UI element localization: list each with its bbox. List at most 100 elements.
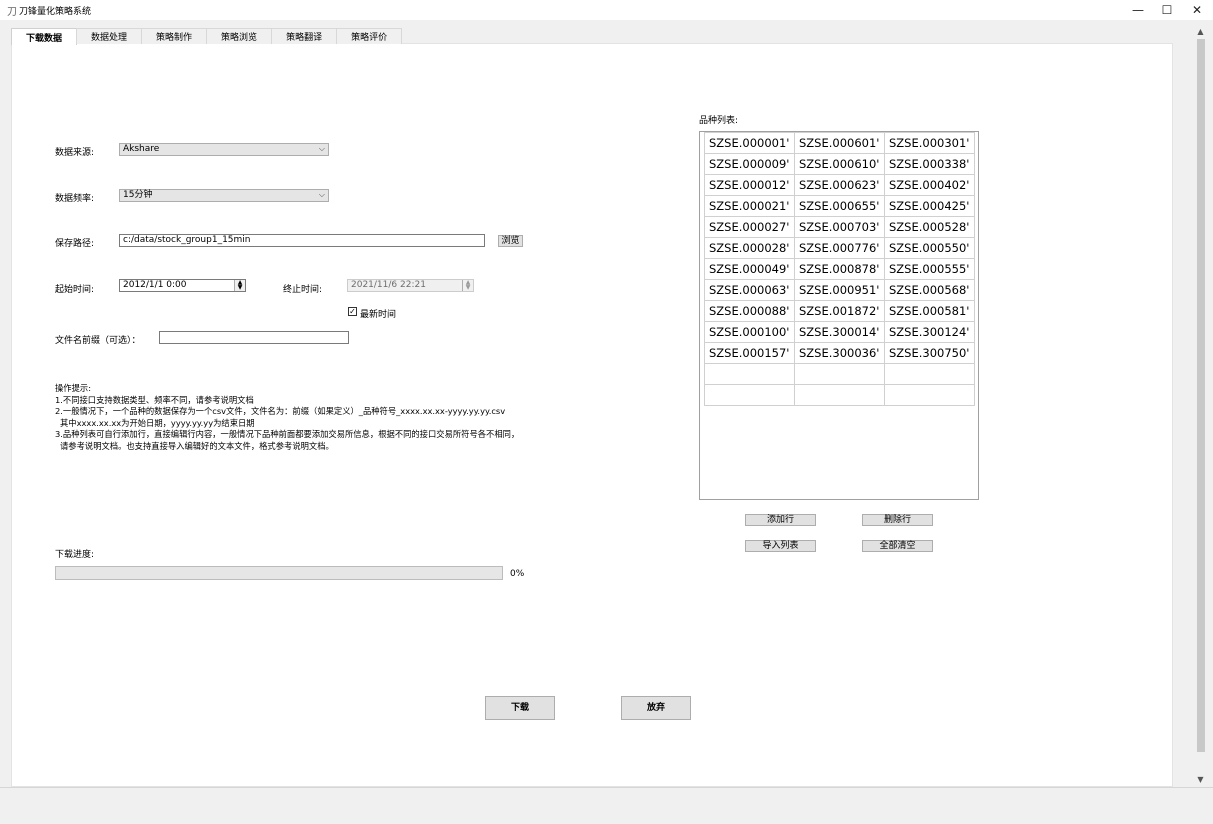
- table-row: SZSE.000027' SZSE.000703' SZSE.000528': [704, 216, 975, 238]
- table-cell[interactable]: SZSE.000088': [704, 300, 795, 322]
- table-cell[interactable]: SZSE.000568': [884, 279, 975, 301]
- table-cell[interactable]: SZSE.000012': [704, 174, 795, 196]
- source-value: Akshare: [123, 144, 160, 154]
- clear-all-button[interactable]: 全部清空: [862, 540, 933, 552]
- freq-select[interactable]: 15分钟 ⌵: [119, 189, 329, 202]
- end-time-value: 2021/11/6 22:21: [351, 280, 426, 290]
- hint-line: 1.不同接口支持数据类型、频率不同，请参考说明文档: [55, 394, 254, 405]
- maximize-button[interactable]: ☐: [1152, 0, 1182, 20]
- table-row: SZSE.000021' SZSE.000655' SZSE.000425': [704, 195, 975, 217]
- table-cell[interactable]: [794, 363, 885, 385]
- cancel-button[interactable]: 放弃: [621, 696, 691, 720]
- table-cell[interactable]: SZSE.000601': [794, 132, 885, 154]
- prefix-input[interactable]: [159, 331, 349, 344]
- table-cell[interactable]: SZSE.000703': [794, 216, 885, 238]
- table-cell[interactable]: [884, 363, 975, 385]
- table-cell[interactable]: SZSE.001872': [794, 300, 885, 322]
- start-label: 起始时间:: [55, 285, 95, 295]
- table-cell[interactable]: SZSE.300036': [794, 342, 885, 364]
- table-cell[interactable]: SZSE.000028': [704, 237, 795, 259]
- path-input[interactable]: c:/data/stock_group1_15min: [119, 234, 485, 247]
- table-row: SZSE.000049' SZSE.000878' SZSE.000555': [704, 258, 975, 280]
- scroll-down-icon[interactable]: ▼: [1195, 774, 1206, 785]
- path-label: 保存路径:: [55, 239, 95, 249]
- title-bar: 刀 刀锋量化策略系统 — ☐ ✕: [0, 0, 1213, 20]
- table-cell[interactable]: SZSE.000001': [704, 132, 795, 154]
- table-cell[interactable]: SZSE.000550': [884, 237, 975, 259]
- table-cell[interactable]: SZSE.000581': [884, 300, 975, 322]
- list-label: 品种列表:: [699, 116, 739, 126]
- scroll-up-icon[interactable]: ▲: [1195, 26, 1206, 37]
- instrument-list-table[interactable]: SZSE.000001' SZSE.000601' SZSE.000301' SZSE…: [699, 131, 979, 500]
- table-cell[interactable]: SZSE.000951': [794, 279, 885, 301]
- tab-strategy-browse[interactable]: 策略浏览: [206, 28, 273, 44]
- close-icon: ✕: [1191, 3, 1203, 17]
- app-icon: 刀: [7, 7, 17, 18]
- tab-strategy-creation[interactable]: 策略制作: [141, 28, 208, 44]
- table-cell[interactable]: SZSE.000301': [884, 132, 975, 154]
- download-button[interactable]: 下载: [485, 696, 555, 720]
- table-cell[interactable]: SZSE.000655': [794, 195, 885, 217]
- table-cell[interactable]: SZSE.000100': [704, 321, 795, 343]
- tab-strategy-translate[interactable]: 策略翻译: [271, 28, 338, 44]
- window-title: 刀锋量化策略系统: [19, 7, 92, 17]
- table-cell[interactable]: [704, 363, 795, 385]
- table-cell[interactable]: SZSE.000623': [794, 174, 885, 196]
- hint-line: 其中xxxx.xx.xx为开始日期，yyyy.yy.yy为结束日期: [60, 417, 255, 428]
- table-row: SZSE.000100' SZSE.300014' SZSE.300124': [704, 321, 975, 343]
- add-row-button[interactable]: 添加行: [745, 514, 816, 526]
- table-cell[interactable]: SZSE.000425': [884, 195, 975, 217]
- table-row: SZSE.000088' SZSE.001872' SZSE.000581': [704, 300, 975, 322]
- table-cell[interactable]: SZSE.000021': [704, 195, 795, 217]
- table-cell[interactable]: [704, 384, 795, 406]
- import-list-button[interactable]: 导入列表: [745, 540, 816, 552]
- table-cell[interactable]: SZSE.000338': [884, 153, 975, 175]
- table-cell[interactable]: SZSE.000528': [884, 216, 975, 238]
- browse-button[interactable]: 浏览: [498, 235, 523, 247]
- tab-data-processing[interactable]: 数据处理: [76, 28, 143, 44]
- table-cell[interactable]: SZSE.000049': [704, 258, 795, 280]
- delete-row-button[interactable]: 删除行: [862, 514, 933, 526]
- table-cell[interactable]: SZSE.000157': [704, 342, 795, 364]
- scroll-thumb[interactable]: [1197, 39, 1205, 752]
- table-row: SZSE.000012' SZSE.000623' SZSE.000402': [704, 174, 975, 196]
- download-progress-bar: [55, 566, 503, 580]
- minimize-button[interactable]: —: [1123, 0, 1153, 20]
- table-cell[interactable]: SZSE.000009': [704, 153, 795, 175]
- table-cell[interactable]: [884, 384, 975, 406]
- table-cell[interactable]: SZSE.000555': [884, 258, 975, 280]
- table-row: SZSE.000157' SZSE.300036' SZSE.300750': [704, 342, 975, 364]
- freq-label: 数据频率:: [55, 194, 95, 204]
- table-cell[interactable]: SZSE.000776': [794, 237, 885, 259]
- start-time-picker[interactable]: 2012/1/1 0:00 ▲ ▼: [119, 279, 246, 292]
- table-cell[interactable]: SZSE.300124': [884, 321, 975, 343]
- table-row: [704, 384, 975, 406]
- status-bar: [0, 787, 1213, 824]
- table-cell[interactable]: SZSE.000027': [704, 216, 795, 238]
- close-button[interactable]: ✕: [1182, 0, 1212, 20]
- table-cell[interactable]: [794, 384, 885, 406]
- chevron-down-icon: ⌵: [318, 144, 325, 153]
- table-cell[interactable]: SZSE.300014': [794, 321, 885, 343]
- source-select[interactable]: Akshare ⌵: [119, 143, 329, 156]
- table-cell[interactable]: SZSE.000878': [794, 258, 885, 280]
- table-cell[interactable]: SZSE.000063': [704, 279, 795, 301]
- tab-bar: 下载数据 数据处理 策略制作 策略浏览 策略翻译 策略评价: [11, 28, 403, 45]
- tab-strategy-evaluate[interactable]: 策略评价: [336, 28, 403, 44]
- table-row: [704, 363, 975, 385]
- spin-arrows-icon[interactable]: ▲ ▼: [234, 280, 245, 291]
- progress-label: 下载进度:: [55, 550, 95, 560]
- latest-time-checkbox[interactable]: ✓: [348, 307, 357, 316]
- hint-line: 请参考说明文档。也支持直接导入编辑好的文本文件，格式参考说明文档。: [60, 440, 334, 451]
- table-cell[interactable]: SZSE.300750': [884, 342, 975, 364]
- hint-line: 2.一般情况下，一个品种的数据保存为一个csv文件，文件名为：前缀（如果定义）_…: [55, 406, 506, 416]
- spin-arrows-icon: ▲ ▼: [462, 280, 473, 291]
- table-row: SZSE.000001' SZSE.000601' SZSE.000301': [704, 132, 975, 154]
- table-cell[interactable]: SZSE.000610': [794, 153, 885, 175]
- table-cell[interactable]: SZSE.000402': [884, 174, 975, 196]
- latest-time-label: 最新时间: [360, 310, 397, 320]
- table-row: SZSE.000063' SZSE.000951' SZSE.000568': [704, 279, 975, 301]
- freq-value: 15分钟: [123, 190, 153, 200]
- maximize-icon: ☐: [1161, 3, 1173, 17]
- tab-download-data[interactable]: 下载数据: [11, 28, 78, 45]
